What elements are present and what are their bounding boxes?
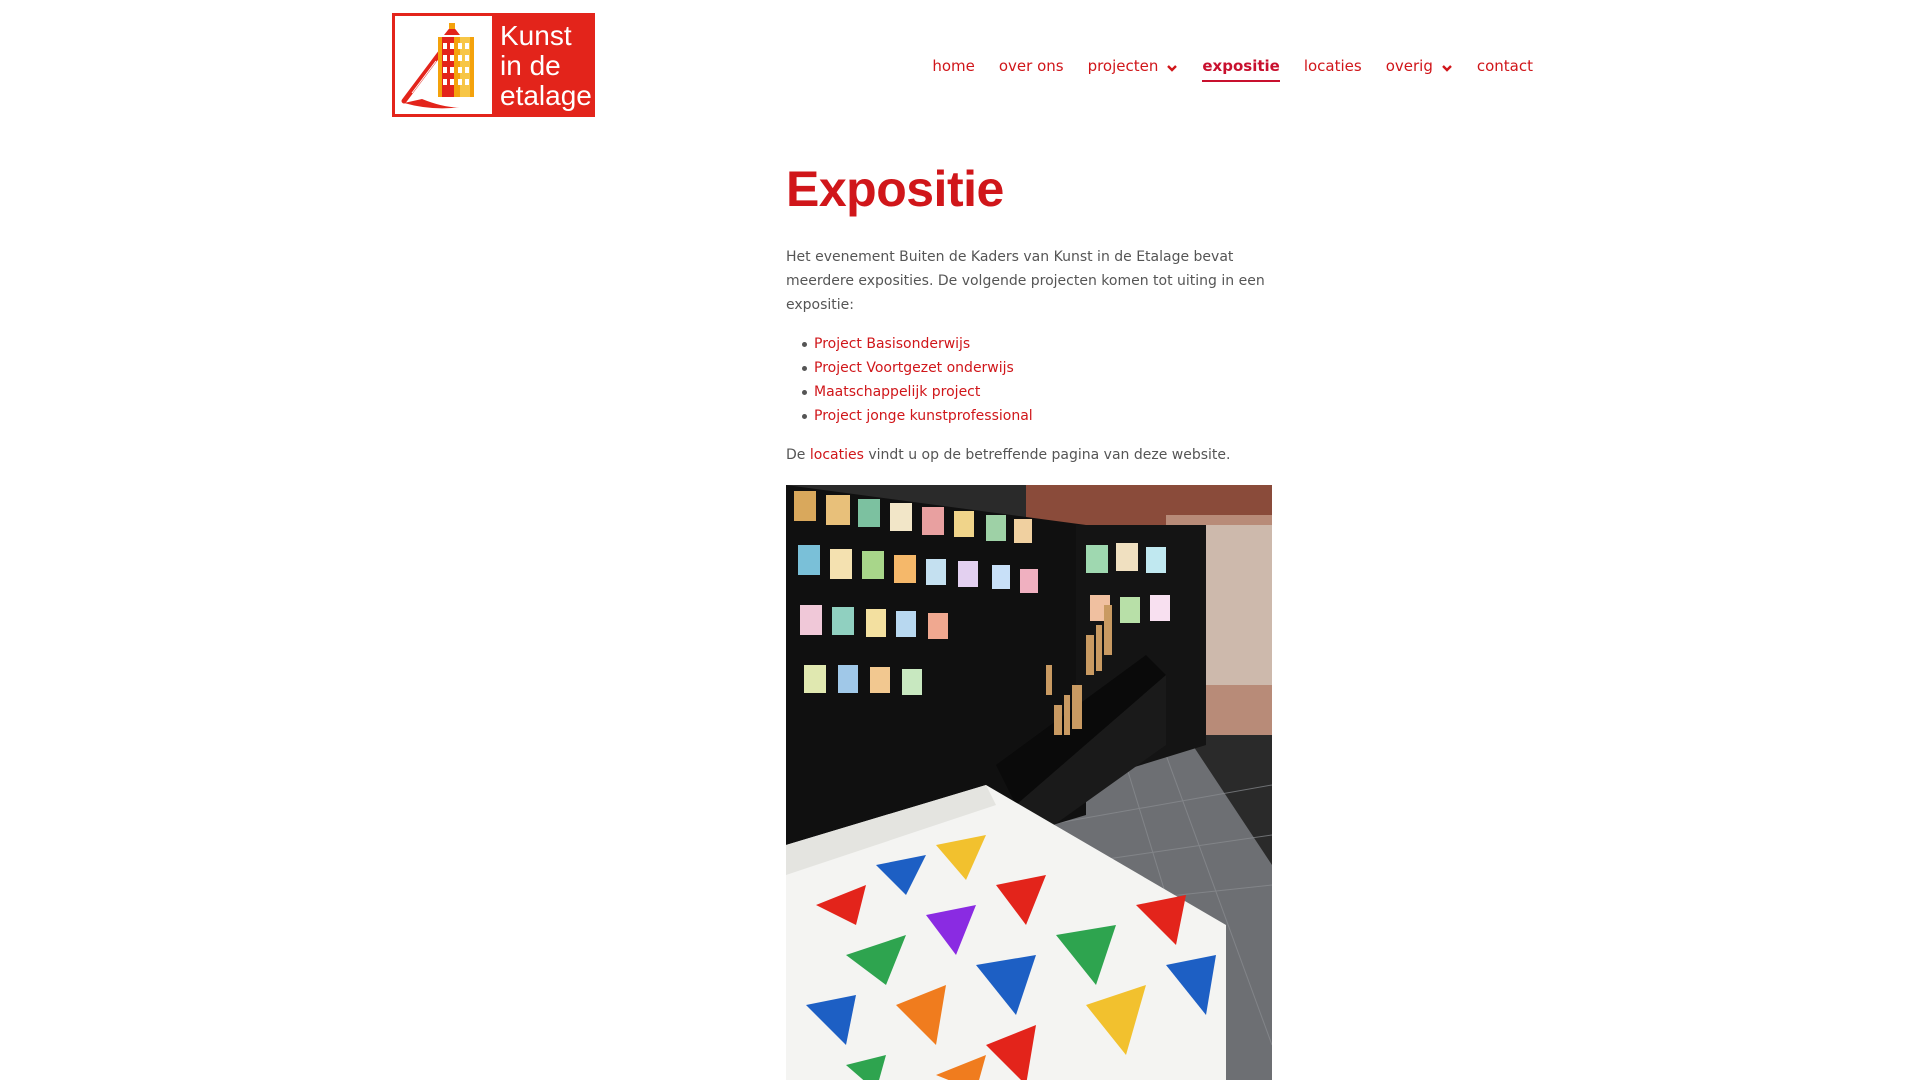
nav-item-label: home (932, 57, 975, 75)
nav-item-over-ons[interactable]: over ons (999, 57, 1064, 79)
nav-item-label: overig (1385, 57, 1433, 75)
logo-line-2: in de (500, 50, 561, 81)
outro-paragraph: De locaties vindt u op de betreffende pa… (786, 443, 1272, 467)
nav-item-overig[interactable]: overig (1386, 57, 1453, 79)
nav-item-locaties[interactable]: locaties (1304, 57, 1362, 79)
chevron-down-icon (1441, 60, 1453, 72)
exhibition-photo (786, 485, 1272, 1080)
list-item: Project Basisonderwijs (802, 332, 1272, 356)
nav-item-projecten[interactable]: projecten (1088, 57, 1179, 79)
nav-item-home[interactable]: home (932, 57, 975, 79)
intro-paragraph: Het evenement Buiten de Kaders van Kunst… (786, 249, 1265, 313)
project-list: Project Basisonderwijs Project Voortgeze… (786, 332, 1272, 428)
outro-text-before: De (786, 447, 806, 463)
nav-item-label: expositie (1202, 57, 1280, 75)
nav-item-contact[interactable]: contact (1477, 57, 1533, 79)
main-navigation: home over ons projecten expositie locati… (932, 57, 1533, 82)
nav-item-label: over ons (998, 57, 1064, 75)
project-link[interactable]: Project Basisonderwijs (814, 336, 970, 352)
list-item: Project jonge kunstprofessional (802, 404, 1272, 428)
logo-line-1: Kunst (500, 20, 572, 51)
outro-text-after: vindt u op de betreffende pagina van dez… (868, 447, 1231, 463)
list-item: Maatschappelijk project (802, 380, 1272, 404)
chevron-down-icon (1166, 60, 1178, 72)
project-link[interactable]: Project jonge kunstprofessional (814, 408, 1033, 424)
nav-item-label: contact (1476, 57, 1533, 75)
nav-item-label: locaties (1303, 57, 1362, 75)
logo-line-3: etalage (500, 80, 592, 111)
nav-item-label: projecten (1087, 57, 1159, 75)
list-item: Project Voortgezet onderwijs (802, 356, 1272, 380)
project-link[interactable]: Project Voortgezet onderwijs (814, 360, 1014, 376)
nav-item-expositie[interactable]: expositie (1202, 57, 1281, 82)
project-link[interactable]: Maatschappelijk project (814, 384, 980, 400)
page-title: Expositie (786, 161, 1004, 217)
site-logo[interactable]: Kunst in de etalage (392, 13, 595, 117)
locaties-link[interactable]: locaties (810, 447, 864, 463)
main-content: Expositie Het evenement Buiten de Kaders… (786, 160, 1272, 467)
